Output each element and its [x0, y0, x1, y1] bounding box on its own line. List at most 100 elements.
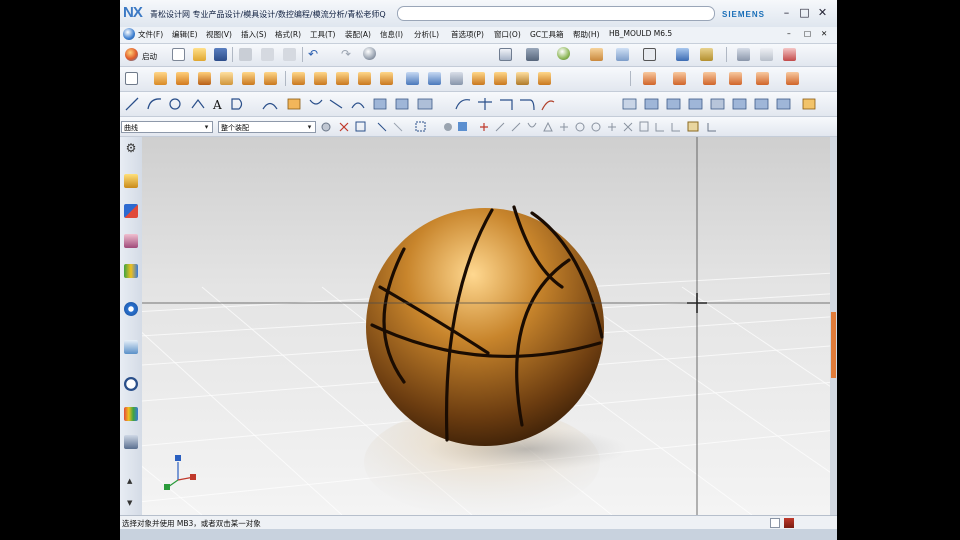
hole-icon[interactable] — [242, 72, 255, 85]
menu-insert[interactable]: 插入(S) — [241, 29, 267, 40]
shaded-icon[interactable] — [557, 47, 570, 60]
system-materials-icon[interactable] — [124, 407, 138, 421]
offset-face-icon[interactable] — [472, 72, 485, 85]
orient-view-icon[interactable] — [526, 48, 539, 61]
title-bar: NX 青松设计网 专业产品设计/模具设计/数控编程/模流分析/青松老师Q SIE… — [120, 0, 837, 28]
analysis-icon[interactable] — [783, 48, 796, 61]
status-cue-icon[interactable] — [784, 518, 794, 528]
sketch-icon[interactable] — [125, 72, 138, 85]
scroll-up-icon[interactable]: ▲ — [127, 477, 132, 485]
menu-hb-mould[interactable]: HB_MOULD M6.5 — [609, 29, 672, 38]
scrollbar-thumb[interactable] — [831, 312, 836, 378]
menu-view[interactable]: 视图(V) — [206, 29, 232, 40]
shell-icon[interactable] — [406, 72, 419, 85]
edge-display-icon[interactable] — [590, 48, 603, 61]
app-menu-icon[interactable] — [123, 28, 135, 40]
menu-tools[interactable]: 工具(T) — [310, 29, 335, 40]
gear-icon[interactable]: ⚙ — [124, 141, 138, 155]
cylinder-icon[interactable] — [220, 72, 233, 85]
selection-scope-select[interactable]: 整个装配 ▾ — [218, 121, 316, 133]
standard-toolbar: 启动 ↶ ↷ — [120, 44, 837, 67]
viewport-scrollbar[interactable] — [830, 137, 837, 515]
replace-face-icon[interactable] — [756, 72, 769, 85]
wcs-triad-icon — [164, 455, 196, 490]
new-icon[interactable] — [172, 48, 185, 61]
curve-tools[interactable]: A — [120, 92, 837, 116]
block-icon[interactable] — [198, 72, 211, 85]
status-display-icon[interactable] — [770, 518, 780, 528]
fit-view-icon[interactable] — [676, 48, 689, 61]
menu-window[interactable]: 窗口(O) — [494, 29, 521, 40]
undo-icon[interactable]: ↶ — [308, 48, 321, 61]
cut-icon[interactable] — [239, 48, 252, 61]
menu-file[interactable]: 文件(F) — [138, 29, 163, 40]
resize-blend-icon[interactable] — [786, 72, 799, 85]
reuse-library-icon[interactable] — [124, 264, 138, 278]
status-bar: 选择对象并使用 MB3，或者双击某一对象 — [120, 515, 837, 530]
snap-point-tools[interactable] — [318, 117, 738, 136]
chevron-down-icon: ▾ — [307, 123, 312, 131]
pattern-icon[interactable] — [314, 72, 327, 85]
draft-icon[interactable] — [450, 72, 463, 85]
toolbar-separator — [232, 47, 233, 62]
trim-body-icon[interactable] — [428, 72, 441, 85]
background-icon[interactable] — [616, 48, 629, 61]
menu-help[interactable]: 帮助(H) — [573, 29, 600, 40]
pull-face-icon[interactable] — [703, 72, 716, 85]
menu-minimize-button[interactable]: – — [787, 29, 791, 38]
history-icon[interactable] — [124, 340, 138, 354]
menu-gc-toolbox[interactable]: GC工具箱 — [530, 29, 564, 40]
save-icon[interactable] — [214, 48, 227, 61]
chamfer-icon[interactable] — [358, 72, 371, 85]
thicken-icon[interactable] — [494, 72, 507, 85]
menu-analysis[interactable]: 分析(L) — [414, 29, 439, 40]
measure-icon[interactable] — [760, 48, 773, 61]
menu-format[interactable]: 格式(R) — [275, 29, 301, 40]
viewport-frame-icon[interactable] — [643, 48, 656, 61]
revolve-icon[interactable] — [176, 72, 189, 85]
type-filter-select[interactable]: 曲线 ▾ — [121, 121, 213, 133]
curve-toolbar: A — [120, 92, 837, 117]
process-studio-icon[interactable] — [124, 435, 138, 449]
boss-icon[interactable] — [264, 72, 277, 85]
start-icon[interactable] — [125, 48, 138, 61]
redo-icon[interactable]: ↷ — [341, 48, 354, 61]
status-prompt: 选择对象并使用 MB3，或者双击某一对象 — [122, 519, 261, 528]
section-view-icon[interactable] — [700, 48, 713, 61]
close-button[interactable]: ✕ — [817, 7, 828, 18]
patch-icon[interactable] — [538, 72, 551, 85]
edge-blend-icon[interactable] — [380, 72, 393, 85]
part-navigator-icon[interactable] — [124, 234, 138, 248]
copy-icon[interactable] — [261, 48, 274, 61]
open-icon[interactable] — [193, 48, 206, 61]
render-style-icon[interactable] — [363, 47, 376, 60]
sew-icon[interactable] — [516, 72, 529, 85]
menu-edit[interactable]: 编辑(E) — [172, 29, 198, 40]
menu-assembly[interactable]: 装配(A) — [345, 29, 371, 40]
scroll-down-icon[interactable]: ▼ — [127, 499, 132, 507]
work-layer-icon[interactable] — [499, 48, 512, 61]
graphics-window[interactable] — [142, 137, 830, 515]
menu-preferences[interactable]: 首选项(P) — [451, 29, 484, 40]
sync-modeling-icon[interactable] — [643, 72, 656, 85]
toolbar-separator — [630, 71, 631, 86]
offset-region-icon[interactable] — [729, 72, 742, 85]
mirror-icon[interactable] — [336, 72, 349, 85]
unite-icon[interactable] — [292, 72, 305, 85]
maximize-button[interactable]: □ — [799, 7, 810, 18]
menu-restore-button[interactable]: □ — [804, 29, 811, 38]
assembly-icon[interactable] — [737, 48, 750, 61]
title-search-field[interactable] — [397, 6, 715, 21]
paste-icon[interactable] — [283, 48, 296, 61]
menu-close-button[interactable]: ✕ — [821, 29, 827, 38]
internet-explorer-icon[interactable] — [124, 302, 138, 316]
constraint-navigator-icon[interactable] — [124, 204, 138, 218]
clock-icon[interactable] — [124, 377, 138, 391]
assembly-navigator-icon[interactable] — [124, 174, 138, 188]
start-label[interactable]: 启动 — [142, 51, 157, 62]
menu-information[interactable]: 信息(I) — [380, 29, 403, 40]
extrude-icon[interactable] — [154, 72, 167, 85]
minimize-button[interactable]: – — [781, 7, 792, 18]
selection-scope-value: 整个装配 — [221, 124, 249, 132]
move-face-icon[interactable] — [673, 72, 686, 85]
